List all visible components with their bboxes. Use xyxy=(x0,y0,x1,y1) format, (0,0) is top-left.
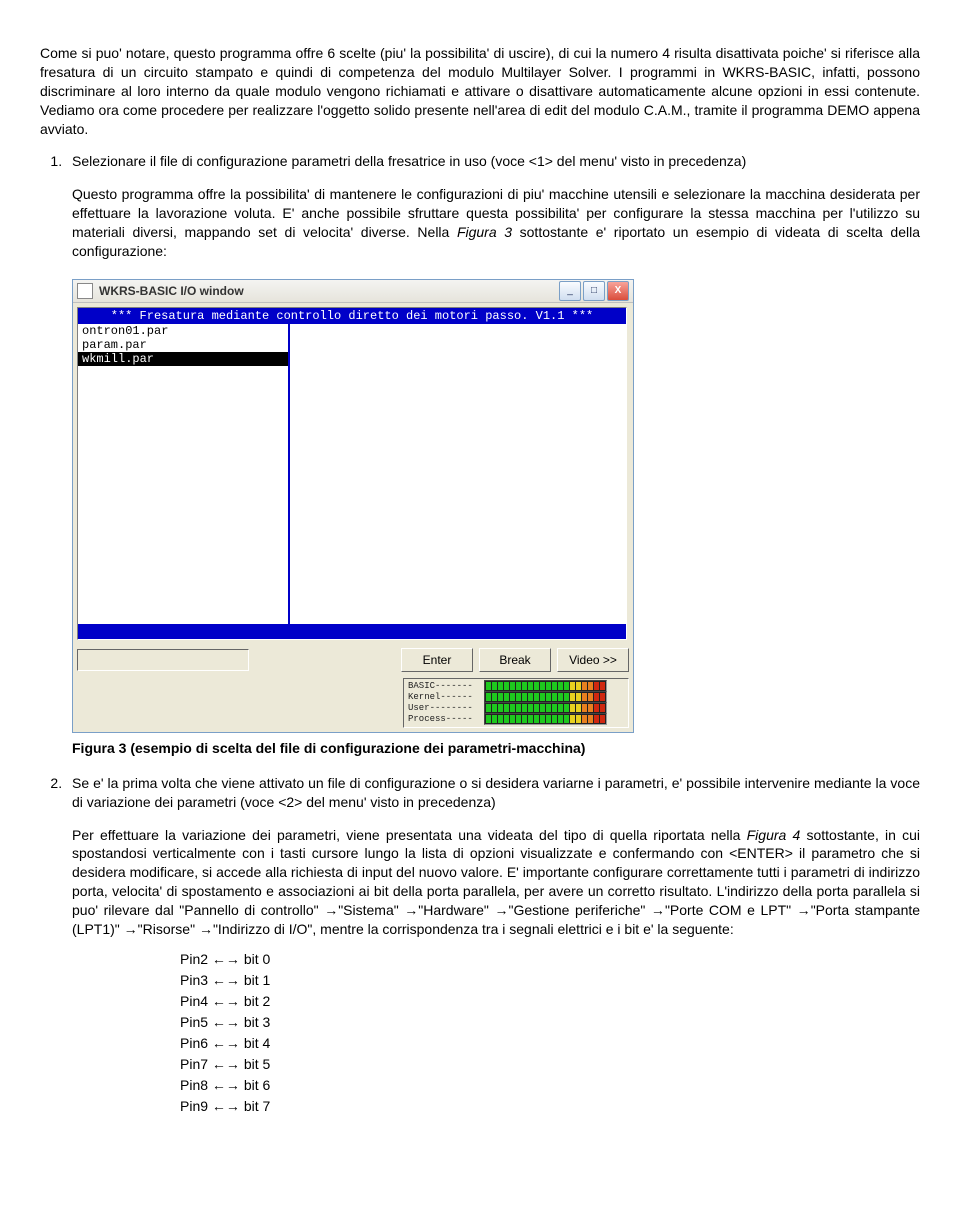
terminal: *** Fresatura mediante controllo diretto… xyxy=(77,307,627,640)
titlebar[interactable]: WKRS-BASIC I/O window _ □ X xyxy=(73,280,633,303)
meter-user: User-------- xyxy=(408,703,624,714)
wkrs-window: WKRS-BASIC I/O window _ □ X *** Fresatur… xyxy=(72,279,634,733)
step-2-body: Per effettuare la variazione dei paramet… xyxy=(72,826,920,939)
step-2-lead: Se e' la prima volta che viene attivato … xyxy=(72,775,920,810)
terminal-header: *** Fresatura mediante controllo diretto… xyxy=(78,308,626,324)
pin-row: Pin6 bit 4 xyxy=(180,1033,920,1054)
step-1-lead: Selezionare il file di configurazione pa… xyxy=(72,153,746,169)
pin-row: Pin2 bit 0 xyxy=(180,949,920,970)
meter-kernel: Kernel------ xyxy=(408,692,624,703)
file-item[interactable]: ontron01.par xyxy=(78,324,288,338)
step-2: Se e' la prima volta che viene attivato … xyxy=(66,774,920,812)
step-1-body: Questo programma offre la possibilita' d… xyxy=(72,185,920,261)
step-1: Selezionare il file di configurazione pa… xyxy=(66,152,920,171)
pin-row: Pin4 bit 2 xyxy=(180,991,920,1012)
file-list[interactable]: ontron01.par param.par wkmill.par xyxy=(78,324,290,624)
file-item-selected[interactable]: wkmill.par xyxy=(78,352,288,366)
file-item[interactable]: param.par xyxy=(78,338,288,352)
steps-list-2: Se e' la prima volta che viene attivato … xyxy=(40,774,920,812)
meters-panel: BASIC------- Kernel------ User-------- P… xyxy=(403,678,629,728)
enter-button[interactable]: Enter xyxy=(401,648,473,672)
pin-row: Pin7 bit 5 xyxy=(180,1054,920,1075)
break-button[interactable]: Break xyxy=(479,648,551,672)
pin-row: Pin9 bit 7 xyxy=(180,1096,920,1117)
pin-row: Pin8 bit 6 xyxy=(180,1075,920,1096)
input-field[interactable] xyxy=(77,649,249,671)
app-icon xyxy=(77,283,93,299)
meter-basic: BASIC------- xyxy=(408,681,624,692)
video-button[interactable]: Video >> xyxy=(557,648,629,672)
pin-row: Pin3 bit 1 xyxy=(180,970,920,991)
terminal-footer xyxy=(78,624,626,639)
figure3-caption: Figura 3 (esempio di scelta del file di … xyxy=(72,739,920,758)
meter-process: Process----- xyxy=(408,714,624,725)
steps-list: Selezionare il file di configurazione pa… xyxy=(40,152,920,171)
maximize-button[interactable]: □ xyxy=(583,281,605,301)
close-button[interactable]: X xyxy=(607,281,629,301)
minimize-button[interactable]: _ xyxy=(559,281,581,301)
pin-row: Pin5 bit 3 xyxy=(180,1012,920,1033)
intro-paragraph: Come si puo' notare, questo programma of… xyxy=(40,44,920,138)
pin-mapping: Pin2 bit 0 Pin3 bit 1 Pin4 bit 2 Pin5 bi… xyxy=(180,949,920,1117)
window-title: WKRS-BASIC I/O window xyxy=(99,283,559,299)
